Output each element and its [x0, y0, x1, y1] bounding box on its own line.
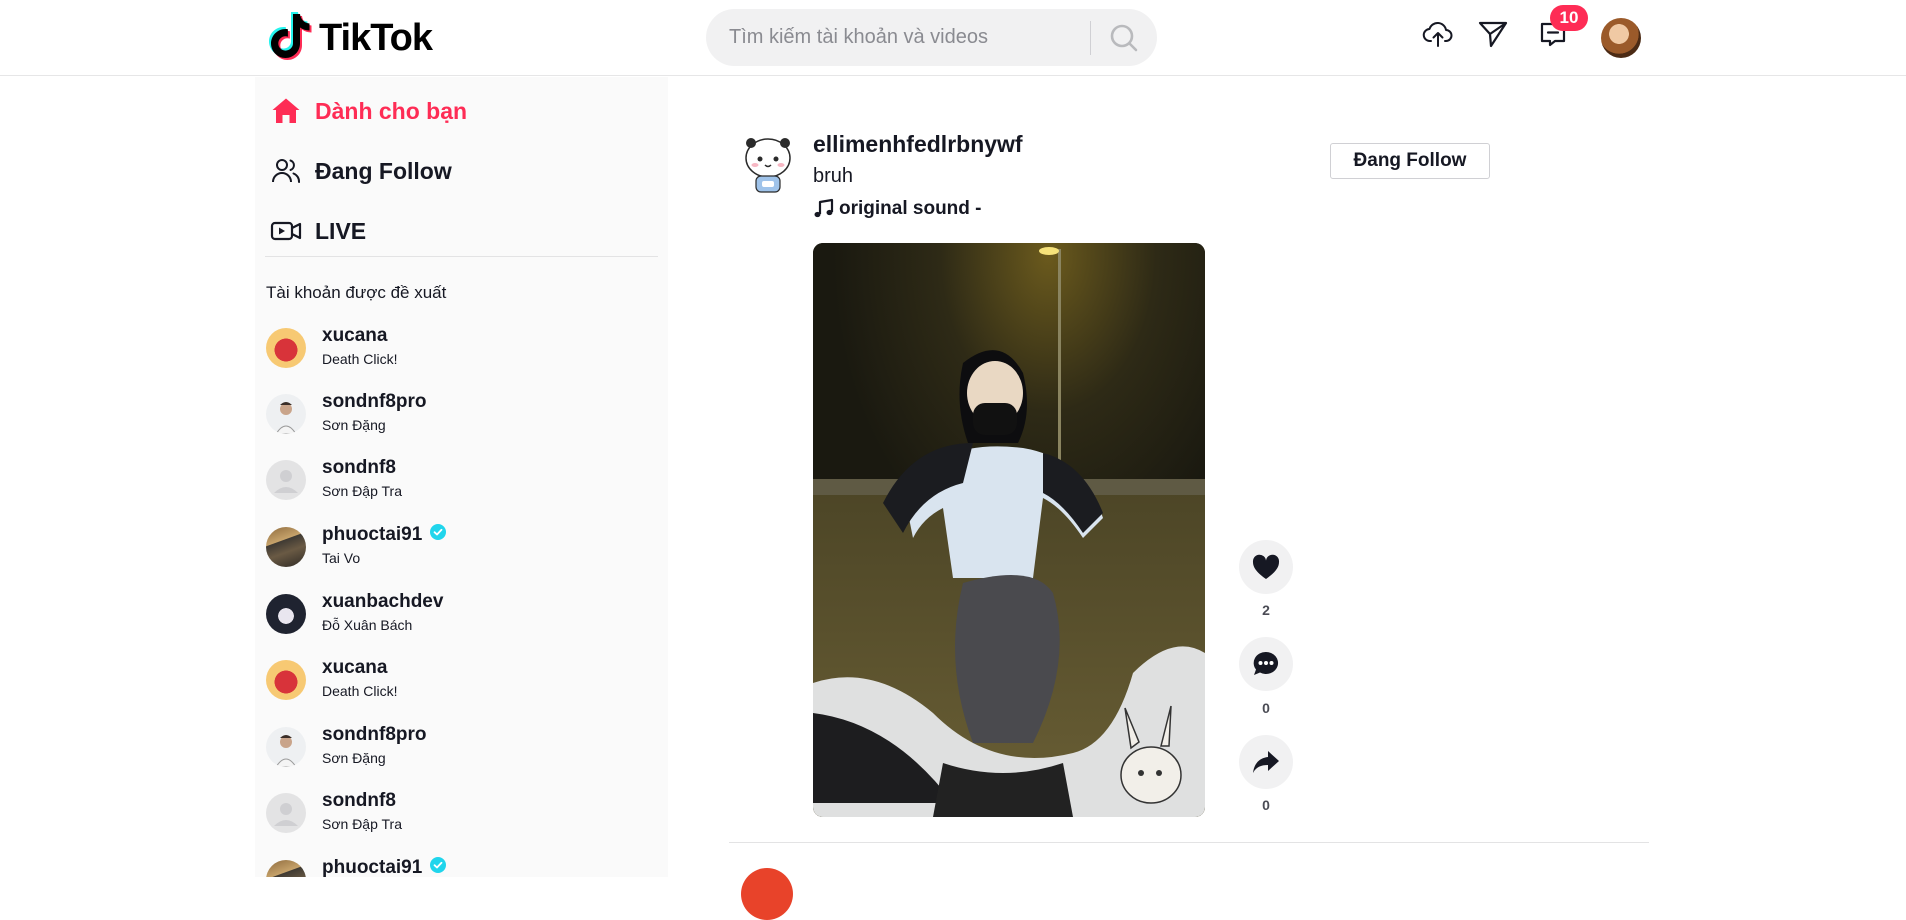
messages-button[interactable]: [1473, 14, 1513, 54]
next-post-avatar[interactable]: [741, 868, 793, 920]
account-username: sondnf8: [322, 790, 396, 811]
music-note-icon: [814, 198, 834, 218]
sidebar-divider: [265, 256, 658, 257]
video-frame: [813, 243, 1205, 817]
feed-divider: [729, 842, 1649, 843]
account-username-row: phuoctai91: [322, 856, 447, 877]
send-icon: [1478, 21, 1508, 48]
account-username: sondnf8pro: [322, 724, 427, 745]
inbox-badge: 10: [1550, 5, 1588, 31]
video-player[interactable]: [813, 243, 1205, 817]
like-button[interactable]: [1239, 540, 1293, 594]
comment-count: 0: [1262, 700, 1270, 716]
account-username: xuanbachdev: [322, 591, 444, 612]
nav-for-you[interactable]: Dành cho bạn: [269, 87, 649, 135]
upload-button[interactable]: [1418, 14, 1458, 54]
suggested-account[interactable]: phuoctai91 Tai Vo: [266, 522, 656, 576]
share-count: 0: [1262, 797, 1270, 813]
avatar: [266, 660, 306, 700]
logo-text: TikTok: [319, 16, 433, 59]
account-nickname: Death Click!: [322, 351, 398, 367]
like-count: 2: [1262, 602, 1270, 618]
account-username-row: phuoctai91: [322, 523, 447, 546]
search-bar: [706, 9, 1157, 66]
top-bar: TikTok 10: [0, 0, 1906, 76]
account-nickname: Tai Vo: [322, 550, 361, 566]
share-icon: [1253, 751, 1279, 773]
search-input[interactable]: [727, 17, 1087, 58]
suggested-accounts-title: Tài khoản được đề xuất: [266, 283, 447, 302]
avatar: [266, 328, 306, 368]
suggested-account[interactable]: sondnf8 Sơn Đập Tra: [266, 788, 656, 842]
avatar: [266, 727, 306, 767]
profile-avatar[interactable]: [1601, 18, 1641, 58]
account-username: phuoctai91: [322, 857, 423, 877]
avatar: [266, 860, 306, 877]
account-nickname: Sơn Đập Tra: [322, 483, 402, 499]
post-author-avatar[interactable]: [742, 132, 794, 196]
search-divider: [1090, 21, 1091, 55]
comment-button[interactable]: [1239, 637, 1293, 691]
avatar: [266, 394, 306, 434]
nav-label: LIVE: [315, 217, 367, 244]
account-nickname: Sơn Đặng: [322, 417, 386, 433]
avatar: [266, 594, 306, 634]
account-username: xucana: [322, 657, 388, 678]
nav-following[interactable]: Đang Follow: [269, 147, 649, 195]
avatar: [266, 793, 306, 833]
verified-badge-icon: [430, 523, 447, 540]
suggested-account[interactable]: xucana Death Click!: [266, 323, 656, 377]
account-username: xucana: [322, 325, 388, 346]
suggested-account[interactable]: xucana Death Click!: [266, 655, 656, 709]
post-description: bruh: [813, 165, 854, 187]
suggested-account[interactable]: sondnf8pro Sơn Đặng: [266, 722, 656, 776]
search-button[interactable]: [1099, 15, 1149, 61]
home-icon: [269, 94, 303, 128]
account-nickname: Sơn Đập Tra: [322, 816, 402, 832]
suggested-account[interactable]: sondnf8pro Sơn Đặng: [266, 389, 656, 443]
avatar: [266, 527, 306, 567]
share-button[interactable]: [1239, 735, 1293, 789]
nav-label: Dành cho bạn: [315, 97, 468, 124]
account-nickname: Sơn Đặng: [322, 750, 386, 766]
comment-icon: [1253, 651, 1279, 675]
tiktok-logo[interactable]: TikTok: [267, 10, 433, 62]
account-username: phuoctai91: [322, 524, 423, 545]
account-nickname: Đỗ Xuân Bách: [322, 617, 413, 633]
search-icon: [1110, 24, 1138, 52]
verified-badge-icon: [430, 856, 447, 873]
nav-live[interactable]: LIVE: [269, 207, 649, 255]
suggested-account[interactable]: sondnf8 Sơn Đập Tra: [266, 455, 656, 509]
following-icon: [269, 154, 303, 188]
heart-icon: [1252, 554, 1280, 579]
suggested-account[interactable]: phuoctai91: [266, 855, 656, 877]
upload-icon: [1422, 21, 1453, 47]
avatar: [266, 460, 306, 500]
following-button[interactable]: Đang Follow: [1330, 143, 1490, 179]
sidebar: Dành cho bạn Đang Follow LIVE Tài khoản …: [255, 77, 668, 877]
account-username: sondnf8: [322, 457, 396, 478]
post-author-username[interactable]: ellimenhfedlrbnywf: [813, 131, 1023, 158]
nav-label: Đang Follow: [315, 157, 452, 184]
account-username: sondnf8pro: [322, 391, 427, 412]
account-nickname: Death Click!: [322, 683, 398, 699]
sound-title: original sound -: [839, 198, 982, 219]
post-sound-link[interactable]: original sound -: [813, 198, 982, 220]
tiktok-logo-icon: [269, 12, 312, 60]
live-icon: [269, 214, 303, 248]
suggested-account[interactable]: xuanbachdev Đỗ Xuân Bách: [266, 589, 656, 643]
